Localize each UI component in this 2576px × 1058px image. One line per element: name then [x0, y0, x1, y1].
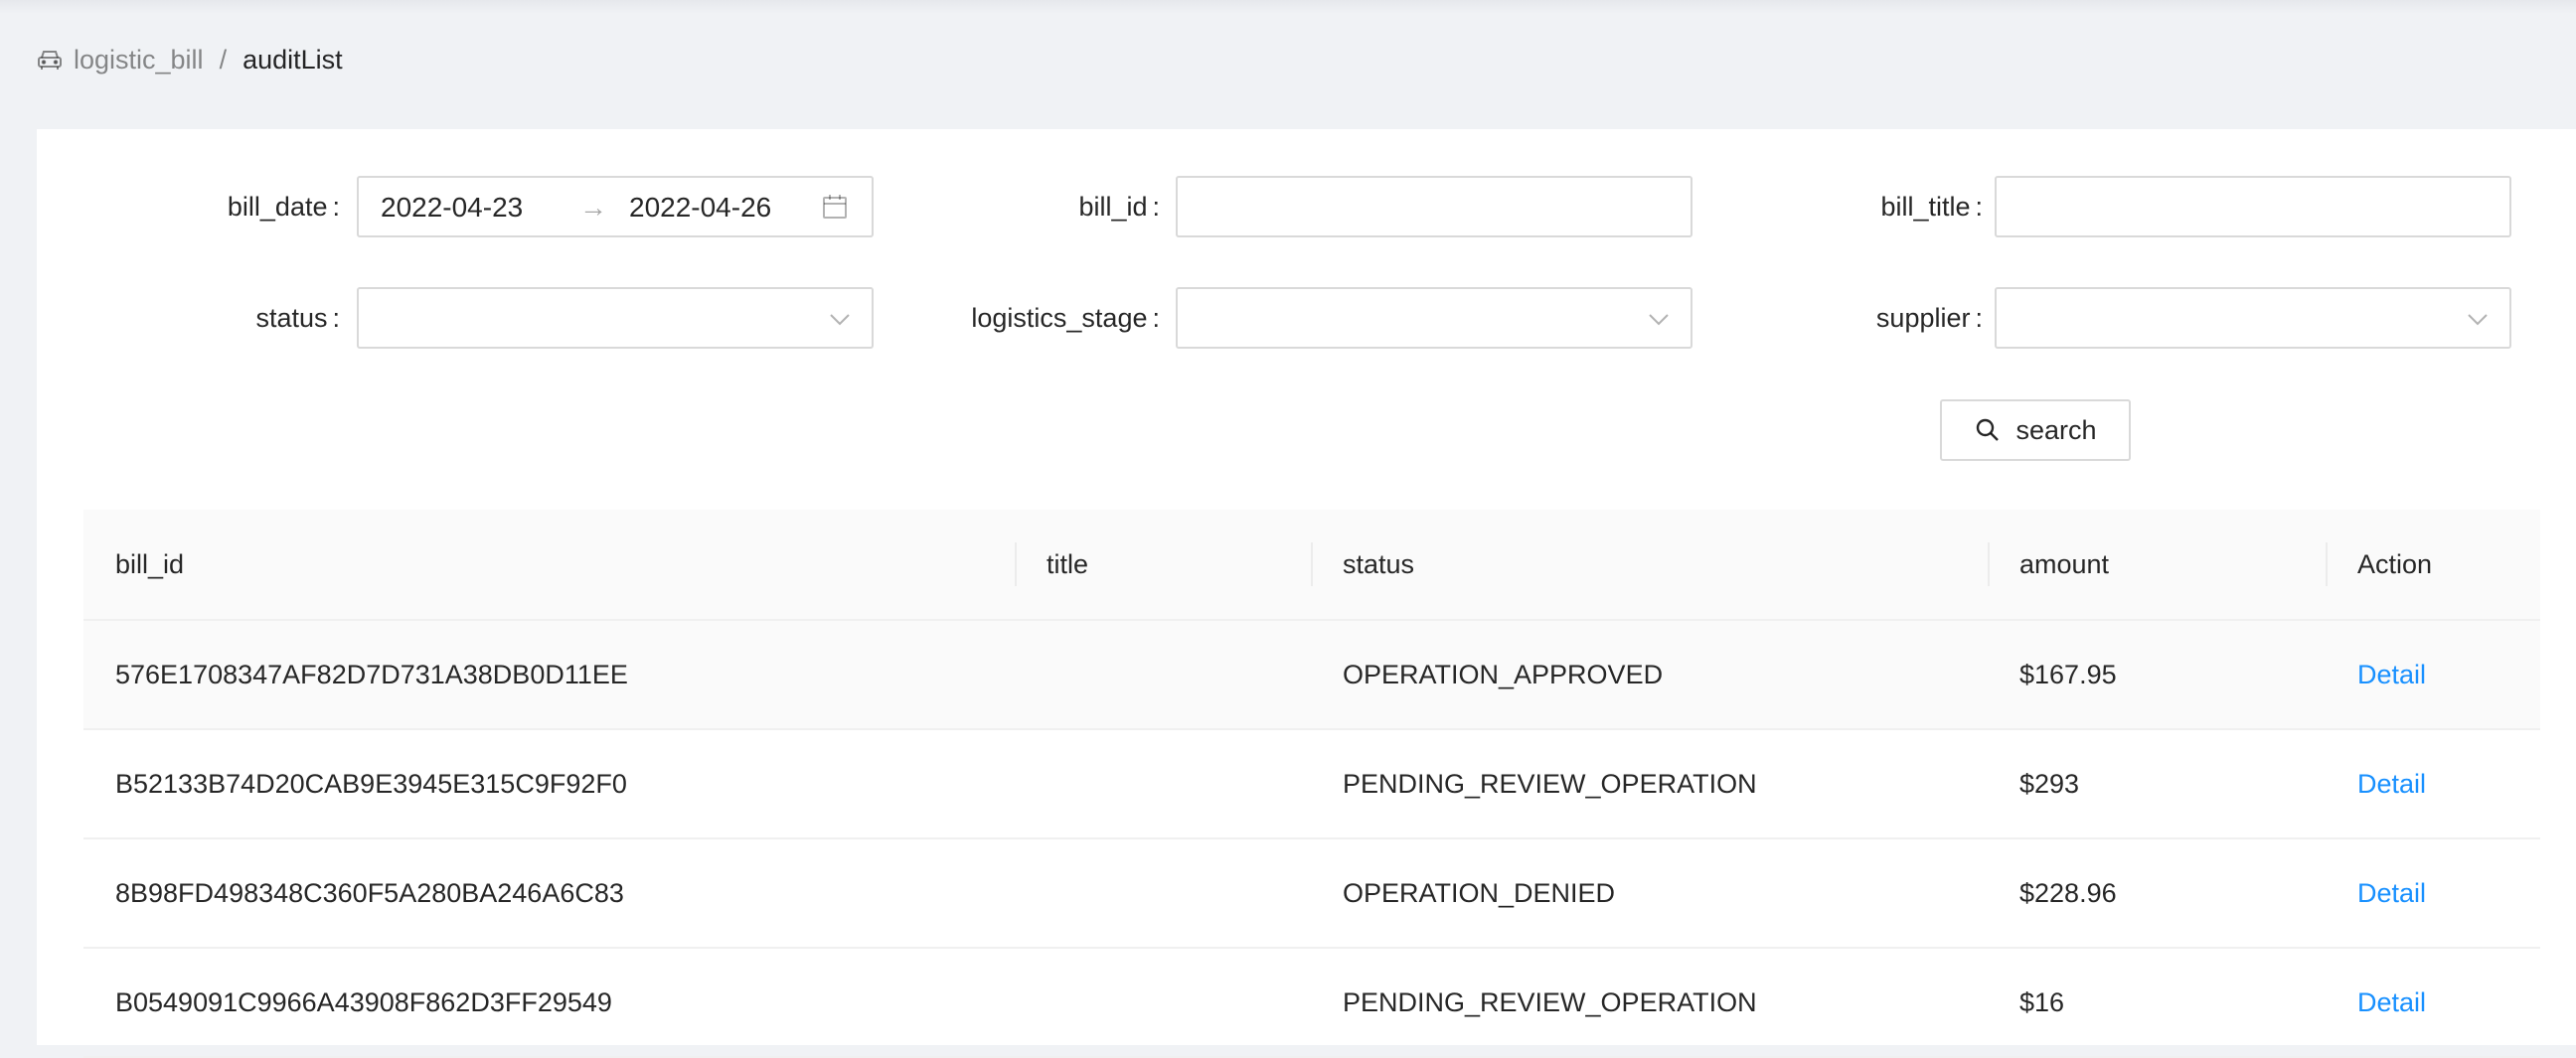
cell-status: PENDING_REVIEW_OPERATION: [1311, 729, 1988, 839]
cell-title: [1015, 620, 1311, 730]
status-label: status:: [255, 303, 340, 333]
audit-table: bill_id title status amount Action 576E1…: [83, 510, 2540, 1058]
cell-title: [1015, 948, 1311, 1058]
chevron-down-icon: [2466, 309, 2490, 329]
column-header-title: title: [1015, 510, 1311, 621]
breadcrumb-current: auditList: [242, 44, 343, 75]
logistics-stage-label: logistics_stage:: [971, 303, 1160, 333]
column-header-amount: amount: [1988, 510, 2326, 621]
top-shadow: [0, 0, 2576, 14]
column-header-bill-id: bill_id: [83, 510, 1015, 621]
chevron-down-icon: [1647, 309, 1671, 329]
range-arrow: →: [579, 192, 607, 223]
column-header-status: status: [1311, 510, 1988, 621]
cell-status: PENDING_REVIEW_OPERATION: [1311, 948, 1988, 1058]
date-start[interactable]: 2022-04-23: [381, 192, 523, 224]
table-row: 576E1708347AF82D7D731A38DB0D11EE OPERATI…: [83, 620, 2540, 730]
bill-id-input-wrapper: [1176, 176, 1692, 237]
cell-title: [1015, 838, 1311, 949]
bill-title-label: bill_title:: [1880, 192, 1983, 222]
breadcrumb: logistic_bill / auditList: [36, 40, 343, 79]
cell-status: OPERATION_APPROVED: [1311, 620, 1988, 730]
cell-bill-id: 576E1708347AF82D7D731A38DB0D11EE: [83, 620, 1015, 730]
column-header-action: Action: [2326, 510, 2540, 621]
date-end[interactable]: 2022-04-26: [629, 192, 771, 224]
cell-action: Detail: [2326, 620, 2540, 730]
cell-bill-id: 8B98FD498348C360F5A280BA246A6C83: [83, 838, 1015, 949]
bill-id-input[interactable]: [1178, 178, 1690, 235]
cell-bill-id: B0549091C9966A43908F862D3FF29549: [83, 948, 1015, 1058]
cell-action: Detail: [2326, 729, 2540, 839]
bill-date-range-picker[interactable]: 2022-04-23 → 2022-04-26: [357, 176, 874, 237]
logistics-stage-select[interactable]: [1176, 287, 1692, 349]
cell-bill-id: B52133B74D20CAB9E3945E315C9F92F0: [83, 729, 1015, 839]
cell-amount: $228.96: [1988, 838, 2326, 949]
cell-amount: $293: [1988, 729, 2326, 839]
content-card: bill_date: 2022-04-23 → 2022-04-26 bill_…: [37, 129, 2576, 1058]
table-row: 8B98FD498348C360F5A280BA246A6C83 OPERATI…: [83, 838, 2540, 949]
cell-action: Detail: [2326, 838, 2540, 949]
search-button-label: search: [2015, 414, 2097, 445]
table-header-row: bill_id title status amount Action: [83, 510, 2540, 621]
supplier-label: supplier:: [1875, 303, 1983, 333]
search-button[interactable]: search: [1940, 399, 2131, 461]
car-icon: [36, 46, 64, 74]
cell-amount: $16: [1988, 948, 2326, 1058]
status-select[interactable]: [357, 287, 874, 349]
cell-action: Detail: [2326, 948, 2540, 1058]
table-row: B52133B74D20CAB9E3945E315C9F92F0 PENDING…: [83, 729, 2540, 839]
chevron-down-icon: [828, 309, 852, 329]
bill-id-label: bill_id:: [1078, 192, 1160, 222]
search-icon: [1974, 416, 2002, 444]
cell-title: [1015, 729, 1311, 839]
detail-link[interactable]: Detail: [2357, 769, 2426, 799]
bill-title-input-wrapper: [1995, 176, 2511, 237]
table-row: B0549091C9966A43908F862D3FF29549 PENDING…: [83, 948, 2540, 1058]
detail-link[interactable]: Detail: [2357, 987, 2426, 1017]
breadcrumb-separator: /: [219, 44, 228, 75]
cell-amount: $167.95: [1988, 620, 2326, 730]
detail-link[interactable]: Detail: [2357, 878, 2426, 908]
bill-title-input[interactable]: [1997, 178, 2509, 235]
breadcrumb-logistic-bill[interactable]: logistic_bill: [74, 45, 204, 76]
supplier-select[interactable]: [1995, 287, 2511, 349]
bill-date-label: bill_date:: [227, 192, 340, 222]
detail-link[interactable]: Detail: [2357, 660, 2426, 689]
cell-status: OPERATION_DENIED: [1311, 838, 1988, 949]
calendar-icon: [821, 193, 849, 221]
